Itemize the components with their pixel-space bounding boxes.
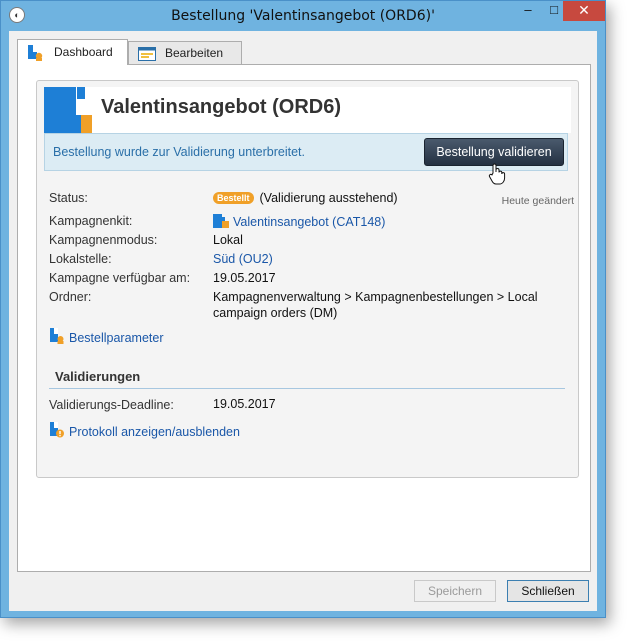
hand-cursor-icon: [488, 163, 506, 188]
folder-label: Ordner:: [49, 290, 92, 304]
tab-edit-label: Bearbeiten: [165, 46, 224, 60]
page-title: Valentinsangebot (ORD6): [101, 96, 342, 118]
folder-value-line1: Kampagnenverwaltung > Kampagnenbestellun…: [213, 290, 538, 304]
order-icon: [27, 45, 43, 69]
tab-edit[interactable]: Bearbeiten: [128, 41, 242, 64]
kit-value-group: Valentinsangebot (CAT148): [213, 214, 385, 231]
order-params-icon: [49, 328, 65, 347]
campaign-kit-link[interactable]: Valentinsangebot (CAT148): [233, 215, 385, 229]
available-label: Kampagne verfügbar am:: [49, 271, 191, 285]
deadline-value: 19.05.2017: [213, 397, 276, 411]
section-divider: [49, 388, 565, 389]
entity-link[interactable]: Süd (OU2): [213, 252, 273, 266]
deadline-label: Validierungs-Deadline:: [49, 398, 174, 412]
order-params-row: Bestellparameter: [49, 328, 164, 347]
modified-text: Heute geändert: [501, 195, 574, 207]
order-window: ◐ Bestellung 'Valentinsangebot (ORD6)' –…: [0, 0, 606, 618]
status-badge: Bestellt: [213, 192, 254, 204]
status-value-group: Bestellt (Validierung ausstehend): [213, 191, 398, 205]
order-card: Valentinsangebot (ORD6) Bestellung wurde…: [36, 80, 579, 478]
status-label: Status:: [49, 191, 88, 205]
toggle-log-link[interactable]: Protokoll anzeigen/ausblenden: [69, 425, 240, 439]
dashboard-panel: Valentinsangebot (ORD6) Bestellung wurde…: [17, 64, 591, 572]
entity-label: Lokalstelle:: [49, 252, 112, 266]
tab-dashboard[interactable]: Dashboard: [17, 39, 128, 65]
close-button[interactable]: Schließen: [507, 580, 589, 602]
validations-title: Validierungen: [55, 369, 141, 384]
campaign-kit-icon: [213, 214, 229, 231]
save-button[interactable]: Speichern: [414, 580, 496, 602]
available-value: 19.05.2017: [213, 271, 276, 285]
validate-order-button[interactable]: Bestellung validieren: [424, 138, 564, 166]
tab-dashboard-label: Dashboard: [54, 45, 113, 59]
folder-value-line2: campaign orders (DM): [213, 306, 338, 320]
notice-text: Bestellung wurde zur Validierung unterbr…: [53, 145, 305, 159]
card-header: Valentinsangebot (ORD6): [44, 87, 571, 133]
log-icon: [49, 422, 65, 441]
mode-label: Kampagnenmodus:: [49, 233, 158, 247]
mode-value: Lokal: [213, 233, 243, 247]
kit-label: Kampagnenkit:: [49, 214, 133, 228]
window-client: Dashboard Bearbeiten Valentinsangebot (O…: [9, 31, 597, 611]
order-large-icon: [44, 87, 92, 133]
close-window-button[interactable]: ✕: [563, 1, 605, 21]
minimize-button[interactable]: –: [515, 1, 541, 21]
log-toggle-row: Protokoll anzeigen/ausblenden: [49, 422, 240, 441]
status-value: (Validierung ausstehend): [259, 191, 398, 205]
title-bar[interactable]: ◐ Bestellung 'Valentinsangebot (ORD6)' –…: [1, 1, 605, 31]
order-params-link[interactable]: Bestellparameter: [69, 331, 164, 345]
